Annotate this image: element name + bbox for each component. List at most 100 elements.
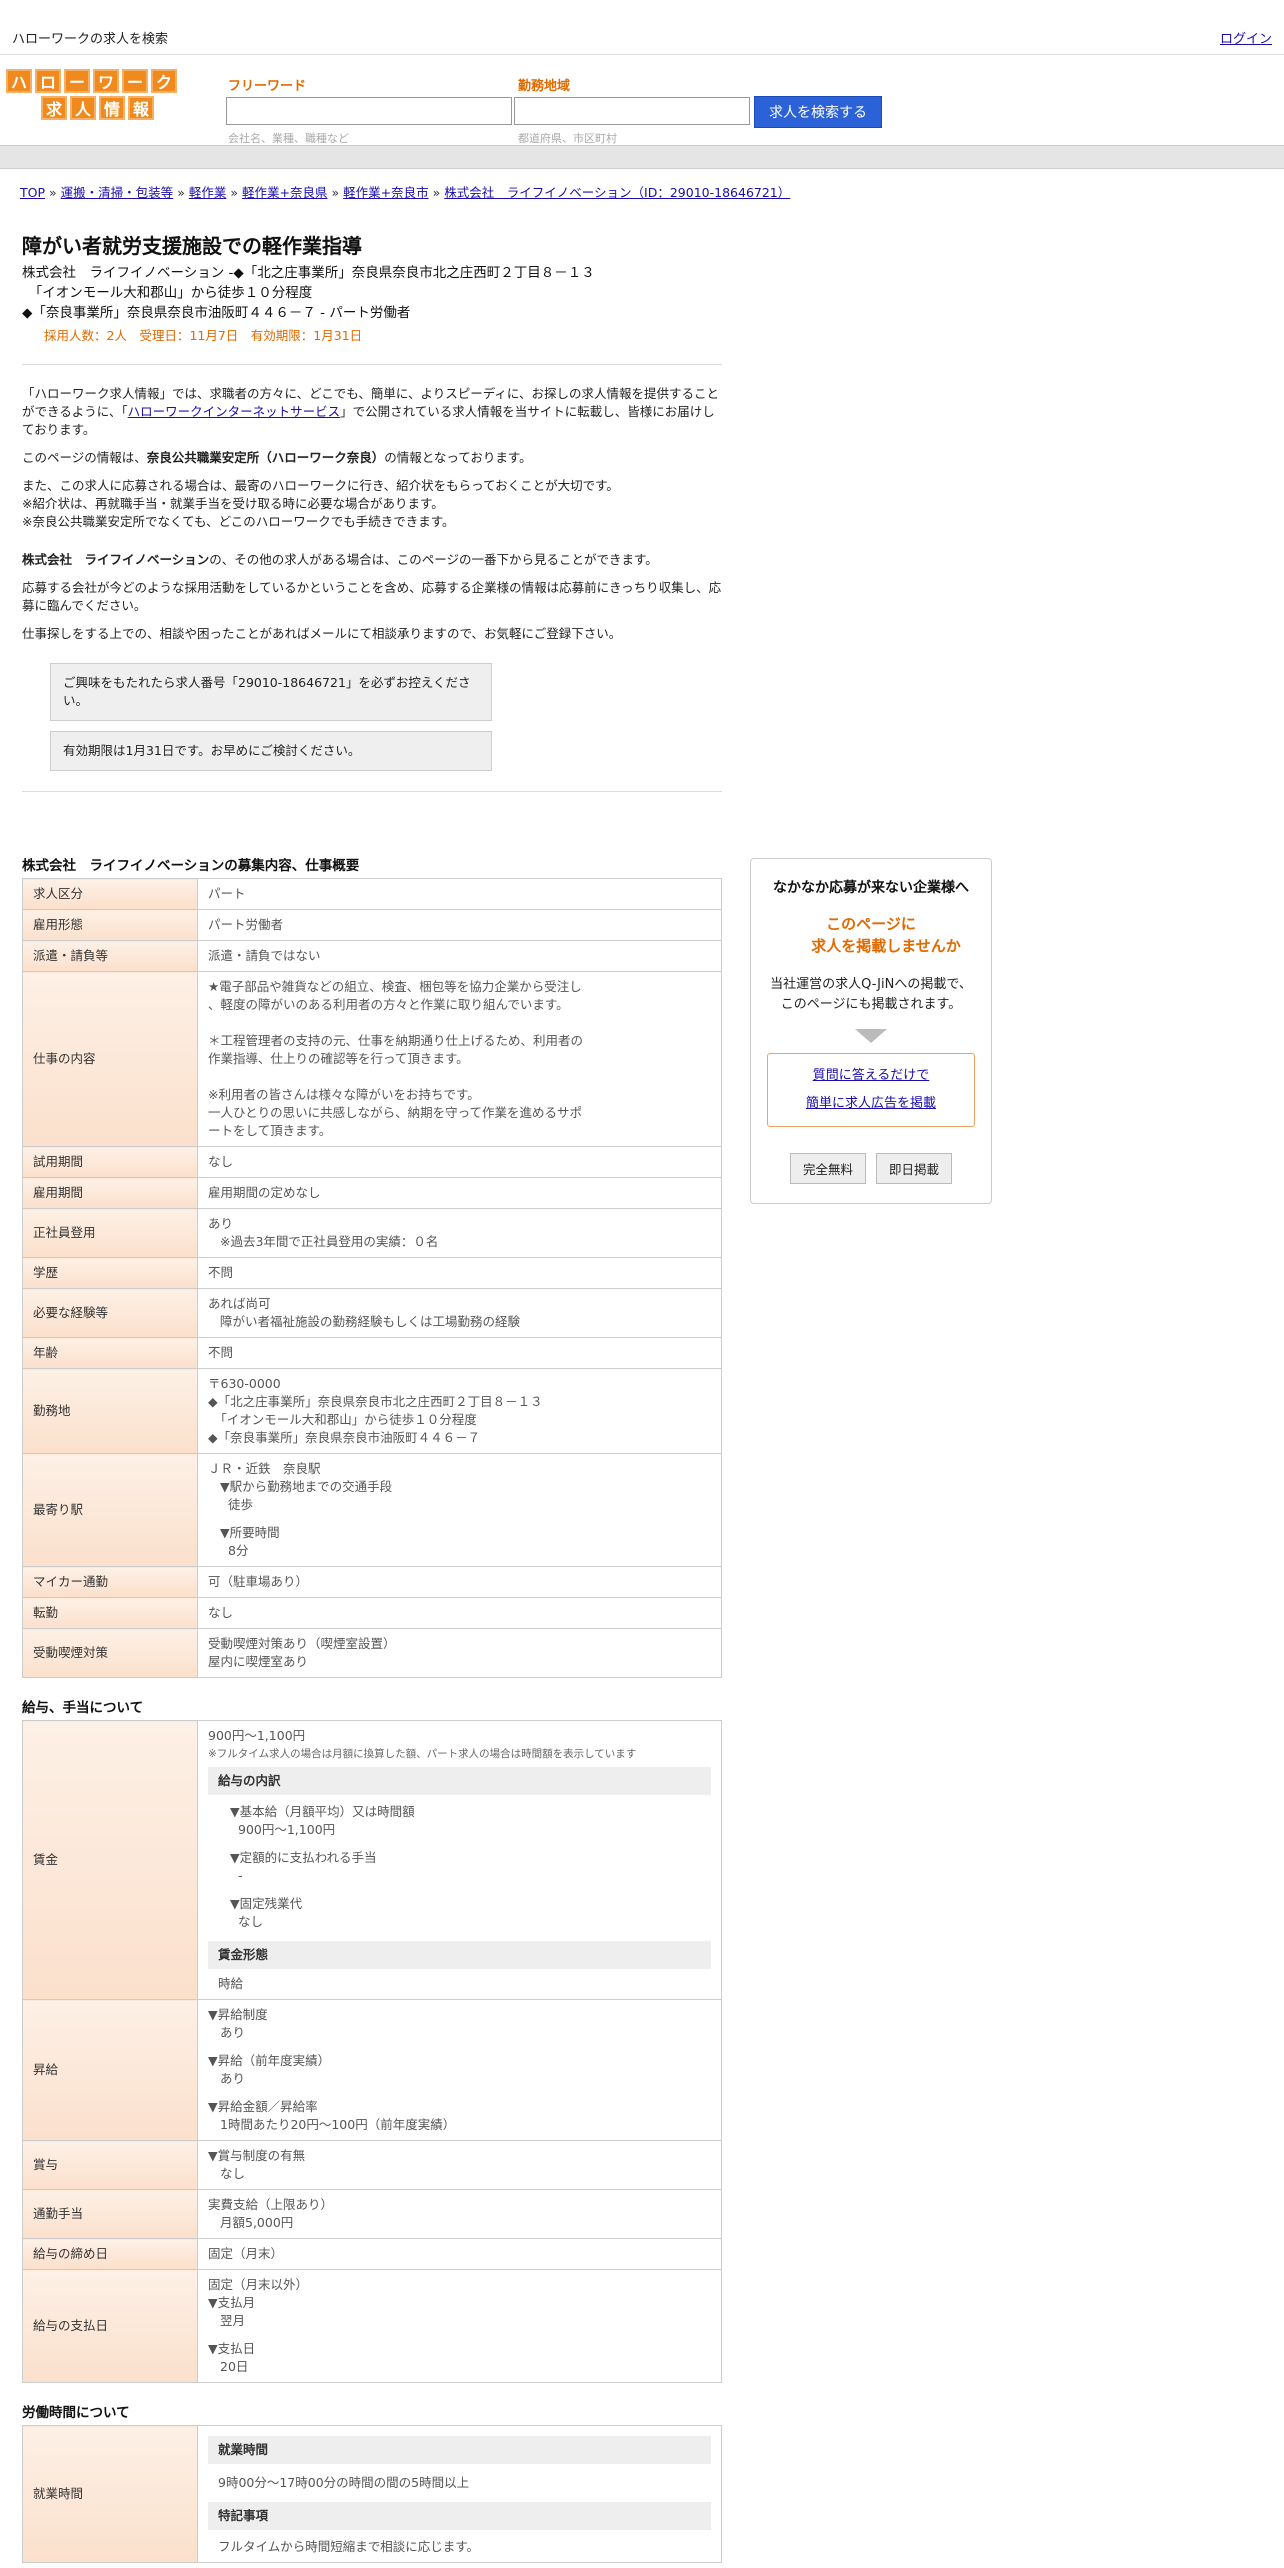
row-header: 学歴 — [22, 1257, 198, 1289]
logo-char: 報 — [128, 96, 154, 120]
row-header: 求人区分 — [22, 878, 198, 910]
table-row: 学歴 不問 — [22, 1257, 722, 1289]
free-button[interactable]: 完全無料 — [789, 1153, 866, 1184]
arrow-down-icon — [855, 1029, 887, 1043]
row-header: 仕事の内容 — [22, 971, 198, 1147]
text: 〒630-0000 — [208, 1376, 281, 1391]
ad-link-questions[interactable]: 質問に答えるだけで — [768, 1062, 974, 1090]
job-meta: 採用人数：2人 受理日：11月7日 有効期限：1月31日 — [44, 328, 363, 343]
login-link[interactable]: ログイン — [1220, 28, 1272, 47]
breadcrumb: TOP» 運搬・清掃・包装等» 軽作業» 軽作業+奈良県» 軽作業+奈良市» 株式会社 ラ… — [20, 182, 790, 201]
row-header: 給与の支払日 — [22, 2269, 198, 2383]
area-hint: 都道府県、市区町村 — [518, 132, 617, 145]
hellowork-internet-link[interactable]: ハローワークインターネットサービス — [128, 404, 341, 419]
breadcrumb-link[interactable]: TOP — [20, 185, 45, 200]
breadcrumb-link[interactable]: 運搬・清掃・包装等 — [61, 185, 174, 200]
row-value: 固定（月末） — [197, 2238, 722, 2270]
text: 8分 — [228, 1543, 249, 1558]
hellowork-logo[interactable]: ハ ロ ー ワ ー ク 求 人 情 報 — [6, 69, 180, 123]
row-value: 就業時間 9時00分〜17時00分の時間の間の5時間以上 特記事項 フルタイムか… — [197, 2425, 722, 2563]
breadcrumb-link[interactable]: 軽作業 — [189, 185, 227, 200]
breadcrumb-link[interactable]: 株式会社 ライフイノベーション（ID：29010-18646721） — [444, 185, 790, 200]
divider — [22, 791, 722, 792]
row-value: ▼昇給制度 あり ▼昇給（前年度実績） あり ▼昇給金額／昇給率 1時間あたり2… — [197, 1999, 722, 2141]
labor-table: 就業時間 就業時間 9時00分〜17時00分の時間の間の5時間以上 特記事項 フ… — [22, 2425, 722, 2563]
breadcrumb-separator: » — [331, 185, 340, 200]
row-header: 受動喫煙対策 — [22, 1628, 198, 1678]
text: ※奈良公共職業安定所でなくても、どこのハローワークでも手続きできます。 — [22, 514, 455, 529]
job-number-note: ご興味をもたれたら求人番号「29010-18646721」を必ずお控えください。 — [50, 663, 492, 721]
logo-char: ワ — [93, 69, 119, 93]
row-header: 正社員登用 — [22, 1208, 198, 1258]
intro-paragraph: 応募する会社が今どのような採用活動をしているかということを含め、応募する企業様の… — [22, 580, 722, 613]
row-header: 昇給 — [22, 1999, 198, 2141]
table-row: 年齢 不問 — [22, 1337, 722, 1369]
text: ＪＲ・近鉄 奈良駅 — [208, 1461, 321, 1476]
text: ※フルタイム求人の場合は月額に換算した額、パート求人の場合は時間額を表示していま… — [208, 1748, 637, 1760]
salary-title: 給与、手当について — [22, 1700, 144, 1716]
text: ▼定額的に支払われる手当 — [230, 1850, 377, 1865]
text: ◆「奈良事業所」奈良県奈良市油阪町４４６－７ — [208, 1430, 481, 1445]
table-row: 派遣・請負等 派遣・請負ではない — [22, 940, 722, 972]
text: 翌月 — [220, 2313, 246, 2328]
table-row: 賃金 900円〜1,100円 ※フルタイム求人の場合は月額に換算した額、パート求… — [22, 1720, 722, 2000]
intro-paragraph: また、この求人に応募される場合は、最寄のハローワークに行き、紹介状をもらっておく… — [22, 477, 722, 531]
text: 徒歩 — [228, 1497, 254, 1512]
logo-char: ー — [122, 69, 148, 93]
ad-catchphrase: このページに 求人を掲載しませんか — [751, 913, 991, 957]
row-value: ★電子部品や雑貨などの組立、検査、梱包等を協力企業から受注し 、軽度の障がいのあ… — [197, 971, 722, 1147]
row-value: 雇用期間の定めなし — [197, 1177, 722, 1209]
text: 時給 — [218, 1976, 244, 1991]
row-value: パート — [197, 878, 722, 910]
text: なし — [220, 2166, 246, 2181]
text: 20日 — [220, 2359, 249, 2374]
row-value: なし — [197, 1597, 722, 1629]
text: 、軽度の障がいのある利用者の方々と作業に取り組んでいます。 — [208, 997, 569, 1012]
row-value: 派遣・請負ではない — [197, 940, 722, 972]
table-row: 仕事の内容 ★電子部品や雑貨などの組立、検査、梱包等を協力企業から受注し 、軽度… — [22, 971, 722, 1147]
logo-char: ー — [64, 69, 90, 93]
area-input[interactable] — [514, 97, 750, 125]
same-day-button[interactable]: 即日掲載 — [876, 1153, 953, 1184]
table-row: 給与の締め日 固定（月末） — [22, 2238, 722, 2270]
row-header: 賞与 — [22, 2140, 198, 2190]
text: ▼所要時間 — [220, 1525, 280, 1540]
text: の情報となっております。 — [384, 450, 532, 465]
text: 作業指導、仕上りの確認等を行って頂きます。 — [208, 1051, 469, 1066]
subheading: 給与の内訳 — [208, 1767, 711, 1795]
text: 固定（月末以外） — [208, 2277, 309, 2292]
address-line: 株式会社 ライフイノベーション -◆「北之庄事業所」奈良県奈良市北之庄西町２丁目… — [22, 265, 595, 281]
overview-title: 株式会社 ライフイノベーションの募集内容、仕事概要 — [22, 858, 360, 874]
text: あれば尚可 — [208, 1296, 271, 1311]
freeword-hint: 会社名、業種、職種など — [228, 132, 349, 145]
freeword-input[interactable] — [226, 97, 512, 125]
intro-paragraph: 「ハローワーク求人情報」では、求職者の方々に、どこでも、簡単に、よりスピーディに… — [22, 385, 722, 439]
text: 900円〜1,100円 — [238, 1822, 336, 1837]
row-value: 固定（月末以外） ▼支払月 翌月 ▼支払日 20日 — [197, 2269, 722, 2383]
row-header: 試用期間 — [22, 1146, 198, 1178]
divider — [22, 364, 722, 365]
row-header: 必要な経験等 — [22, 1288, 198, 1338]
breadcrumb-separator: » — [230, 185, 239, 200]
freeword-label: フリーワード — [228, 79, 307, 94]
breadcrumb-link[interactable]: 軽作業+奈良市 — [343, 185, 428, 200]
text: ＊工程管理者の支持の元、仕事を納期通り仕上げるため、利用者の — [208, 1033, 584, 1048]
row-value: あれば尚可 障がい者福祉施設の勤務経験もしくは工場勤務の経験 — [197, 1288, 722, 1338]
subheading: 就業時間 — [208, 2436, 711, 2464]
ad-link-post[interactable]: 簡単に求人広告を掲載 — [768, 1090, 974, 1118]
text: 月額5,000円 — [220, 2215, 294, 2230]
row-value: あり ※過去3年間で正社員登用の実績：０名 — [197, 1208, 722, 1258]
site-title: ハローワークの求人を検索 — [12, 32, 169, 47]
row-header: 給与の締め日 — [22, 2238, 198, 2270]
breadcrumb-link[interactable]: 軽作業+奈良県 — [242, 185, 327, 200]
table-row: 就業時間 就業時間 9時00分〜17時00分の時間の間の5時間以上 特記事項 フ… — [22, 2425, 722, 2563]
row-value: パート労働者 — [197, 909, 722, 941]
subheading: 賃金形態 — [208, 1941, 711, 1969]
table-row: 必要な経験等 あれば尚可 障がい者福祉施設の勤務経験もしくは工場勤務の経験 — [22, 1288, 722, 1338]
search-button[interactable]: 求人を検索する — [754, 96, 882, 128]
text: ※利用者の皆さんは様々な障がいをお持ちです。 — [208, 1087, 480, 1102]
ad-heading: なかなか応募が来ない企業様へ — [773, 880, 969, 896]
row-value: なし — [197, 1146, 722, 1178]
